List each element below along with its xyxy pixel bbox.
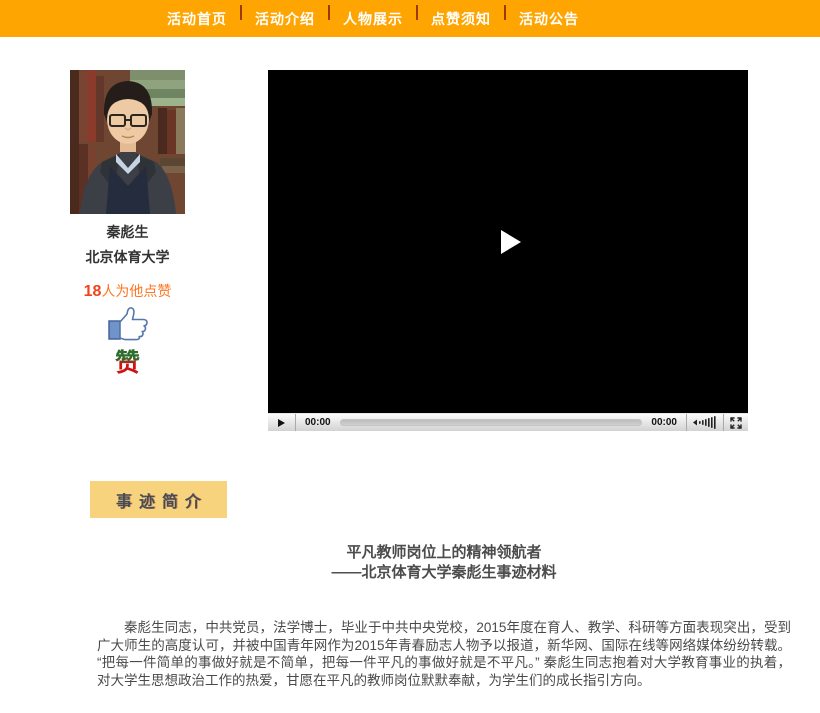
nav-item-like-notice[interactable]: 点赞须知 bbox=[431, 9, 491, 29]
fullscreen-button[interactable] bbox=[723, 414, 748, 431]
thumbs-up-button[interactable] bbox=[70, 306, 185, 342]
top-navbar: 活动首页 活动介绍 人物展示 点赞须知 活动公告 bbox=[0, 0, 820, 37]
play-icon bbox=[278, 419, 285, 427]
thumbs-up-icon bbox=[105, 306, 151, 342]
page: 活动首页 活动介绍 人物展示 点赞须知 活动公告 bbox=[0, 0, 820, 713]
total-time: 00:00 bbox=[642, 417, 686, 428]
nav-item-activity-intro[interactable]: 活动介绍 bbox=[255, 9, 315, 29]
like-count: 18 bbox=[84, 283, 102, 300]
video-controls: 00:00 00:00 bbox=[268, 413, 748, 431]
big-play-icon bbox=[501, 230, 521, 254]
nav-separator bbox=[328, 5, 330, 20]
nav-separator bbox=[240, 5, 242, 20]
volume-icon bbox=[692, 416, 718, 429]
article-paragraph: 秦彪生同志，中共党员，法学博士，毕业于中共中央党校，2015年度在育人、教学、科… bbox=[97, 619, 791, 689]
nav-item-people-showcase[interactable]: 人物展示 bbox=[343, 9, 403, 29]
story-intro-section-button[interactable]: 事迹简介 bbox=[90, 481, 227, 518]
nav-item-activity-announcement[interactable]: 活动公告 bbox=[519, 9, 579, 29]
current-time: 00:00 bbox=[296, 417, 340, 428]
like-counter: 18人为他点赞 bbox=[70, 281, 185, 301]
nav-separator bbox=[504, 5, 506, 20]
nav-item-activity-home[interactable]: 活动首页 bbox=[167, 9, 227, 29]
profile-photo bbox=[70, 70, 185, 214]
play-button[interactable] bbox=[268, 414, 296, 431]
like-count-label: 人为他点赞 bbox=[101, 283, 171, 299]
article: 平凡教师岗位上的精神领航者 ——北京体育大学秦彪生事迹材料 秦彪生同志，中共党员… bbox=[97, 543, 791, 689]
volume-button[interactable] bbox=[686, 414, 723, 431]
article-title-line1: 平凡教师岗位上的精神领航者 bbox=[97, 543, 791, 563]
profile-name: 秦彪生 bbox=[70, 222, 185, 242]
article-title-line2: ——北京体育大学秦彪生事迹材料 bbox=[97, 563, 791, 583]
video-player: 00:00 00:00 bbox=[268, 70, 748, 431]
nav-separator bbox=[416, 5, 418, 20]
video-screen[interactable] bbox=[268, 70, 748, 413]
profile-school: 北京体育大学 bbox=[70, 247, 185, 267]
zan-like-text-button[interactable]: 赞 bbox=[115, 343, 140, 379]
profile-card: 秦彪生 北京体育大学 18人为他点赞 赞 bbox=[70, 70, 185, 379]
fullscreen-icon bbox=[730, 417, 742, 429]
progress-bar[interactable] bbox=[340, 419, 643, 426]
